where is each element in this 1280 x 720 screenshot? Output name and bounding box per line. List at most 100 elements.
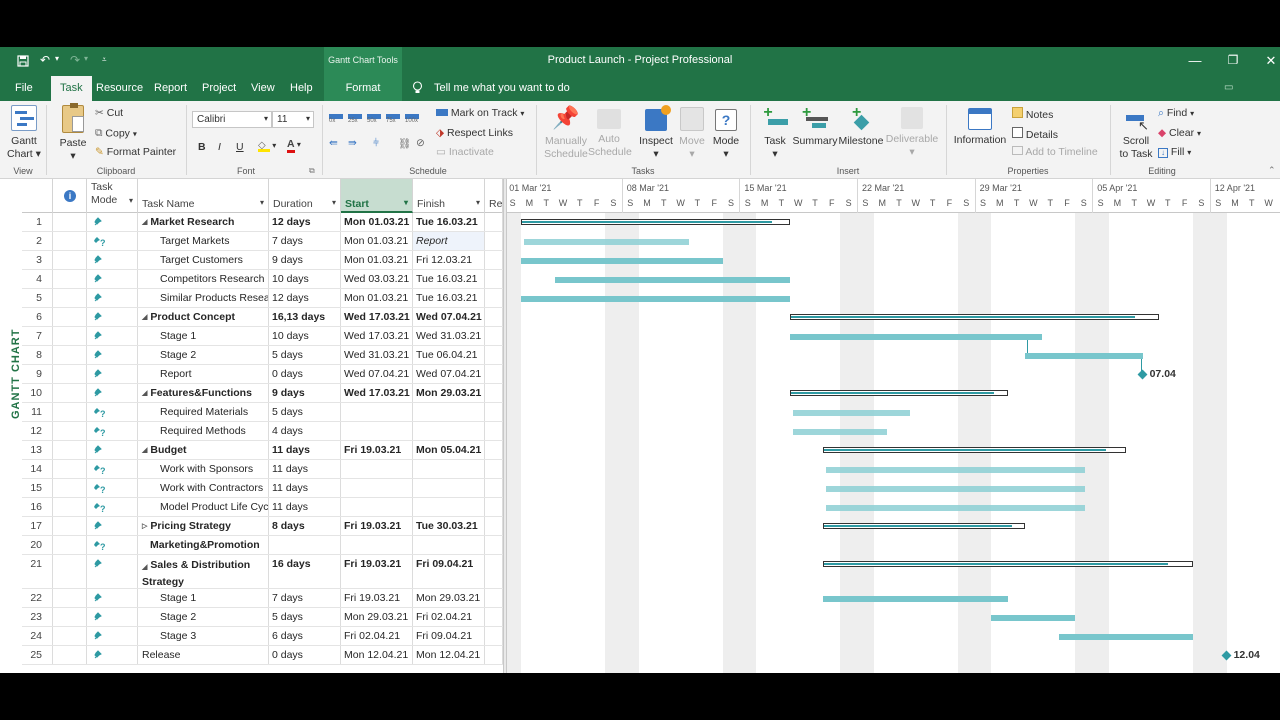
task-bar[interactable] <box>991 615 1076 621</box>
row-id[interactable]: 9 <box>22 365 53 383</box>
finish-cell[interactable]: Fri 09.04.21 <box>413 627 485 645</box>
row-id[interactable]: 5 <box>22 289 53 307</box>
information-button[interactable]: Information <box>952 105 1008 147</box>
resources-cell[interactable] <box>485 646 503 664</box>
start-cell[interactable] <box>341 498 413 516</box>
row-id[interactable]: 14 <box>22 460 53 478</box>
font-color-button[interactable]: A ▾ <box>287 138 301 153</box>
close-icon[interactable]: ✕ <box>1256 53 1280 69</box>
task-mode-cell[interactable] <box>87 384 138 402</box>
start-cell[interactable]: Wed 07.04.21 <box>341 365 413 383</box>
row-indicators[interactable] <box>53 403 87 421</box>
resources-cell[interactable] <box>485 479 503 497</box>
task-row[interactable]: 4 Competitors Research 10 days Wed 03.03.21… <box>22 270 503 289</box>
row-indicators[interactable] <box>53 384 87 402</box>
task-name-cell[interactable]: ◢ Sales & Distribution Strategy <box>138 555 269 588</box>
row-indicators[interactable] <box>53 460 87 478</box>
duration-cell[interactable]: 7 days <box>269 232 341 250</box>
duration-cell[interactable]: 8 days <box>269 517 341 535</box>
finish-cell[interactable] <box>413 422 485 440</box>
row-id[interactable]: 7 <box>22 327 53 345</box>
row-id[interactable]: 3 <box>22 251 53 269</box>
resources-cell[interactable] <box>485 422 503 440</box>
tab-resource[interactable]: Resource <box>96 82 143 94</box>
duration-cell[interactable]: 5 days <box>269 346 341 364</box>
task-mode-cell[interactable] <box>87 555 138 588</box>
collapse-icon[interactable]: ◢ <box>142 216 147 226</box>
task-bar-estimated[interactable] <box>524 239 689 245</box>
task-row[interactable]: 22 Stage 1 7 days Fri 19.03.21 Mon 29.03.21 <box>22 589 503 608</box>
finish-cell[interactable]: Wed 07.04.21 <box>413 308 485 326</box>
task-name-cell[interactable]: Release <box>138 646 269 664</box>
resources-cell[interactable] <box>485 270 503 288</box>
duration-cell[interactable]: 6 days <box>269 627 341 645</box>
finish-cell[interactable] <box>413 498 485 516</box>
finish-cell[interactable]: Mon 05.04.21 <box>413 441 485 459</box>
task-name-header[interactable]: Task Name ▾ <box>138 179 269 213</box>
start-cell[interactable]: Mon 01.03.21 <box>341 232 413 250</box>
duration-cell[interactable]: 9 days <box>269 251 341 269</box>
duration-cell[interactable]: 16 days <box>269 555 341 588</box>
row-id[interactable]: 10 <box>22 384 53 402</box>
row-id[interactable]: 13 <box>22 441 53 459</box>
minimize-icon[interactable]: — <box>1180 53 1210 68</box>
font-size-select[interactable]: 11 ▾ <box>272 111 314 128</box>
task-name-cell[interactable]: ◢ Features&Functions <box>138 384 269 402</box>
row-id[interactable]: 15 <box>22 479 53 497</box>
underline-button[interactable]: U <box>236 141 244 153</box>
task-mode-cell[interactable]: ? <box>87 422 138 440</box>
tell-me-box[interactable]: Tell me what you want to do <box>434 82 570 94</box>
start-cell[interactable]: Fri 19.03.21 <box>341 517 413 535</box>
resources-cell[interactable] <box>485 589 503 607</box>
finish-header[interactable]: Finish ▾ <box>413 179 485 213</box>
clear-button[interactable]: ◆ Clear ▾ <box>1158 127 1201 139</box>
duration-cell[interactable]: 11 days <box>269 498 341 516</box>
task-bar-estimated[interactable] <box>826 505 1086 511</box>
task-name-cell[interactable]: ▷ Pricing Strategy <box>138 517 269 535</box>
row-id[interactable]: 22 <box>22 589 53 607</box>
collapse-icon[interactable]: ◢ <box>142 387 147 397</box>
row-indicators[interactable] <box>53 627 87 645</box>
duration-header[interactable]: Duration ▾ <box>269 179 341 213</box>
tab-format[interactable]: Format <box>324 76 402 101</box>
finish-cell[interactable] <box>413 479 485 497</box>
task-name-cell[interactable]: Required Methods <box>138 422 269 440</box>
start-cell[interactable]: Wed 17.03.21 <box>341 384 413 402</box>
finish-cell[interactable]: Fri 12.03.21 <box>413 251 485 269</box>
ribbon-display-icon[interactable]: ▭ <box>1224 82 1233 93</box>
insert-milestone-button[interactable]: + Milestone <box>837 105 885 148</box>
task-mode-cell[interactable] <box>87 441 138 459</box>
task-row[interactable]: 10 ◢ Features&Functions 9 days Wed 17.03.21 M… <box>22 384 503 403</box>
resources-cell[interactable] <box>485 232 503 250</box>
start-cell[interactable]: Fri 19.03.21 <box>341 589 413 607</box>
duration-cell[interactable]: 11 days <box>269 479 341 497</box>
start-cell[interactable]: Wed 03.03.21 <box>341 270 413 288</box>
details-button[interactable]: Details <box>1012 127 1058 141</box>
resources-cell[interactable] <box>485 403 503 421</box>
row-indicators[interactable] <box>53 251 87 269</box>
duration-cell[interactable]: 4 days <box>269 422 341 440</box>
task-mode-cell[interactable] <box>87 517 138 535</box>
row-indicators[interactable] <box>53 498 87 516</box>
italic-button[interactable]: I <box>218 141 221 153</box>
finish-cell[interactable]: Fri 02.04.21 <box>413 608 485 626</box>
resources-cell[interactable] <box>485 308 503 326</box>
resources-cell[interactable] <box>485 251 503 269</box>
row-indicators[interactable] <box>53 589 87 607</box>
format-painter-button[interactable]: ✎ Format Painter <box>95 146 176 158</box>
task-bar-estimated[interactable] <box>826 467 1086 473</box>
row-id[interactable]: 6 <box>22 308 53 326</box>
task-row[interactable]: 14? Work with Sponsors 11 days <box>22 460 503 479</box>
insert-summary-button[interactable]: + Summary <box>792 105 838 148</box>
duration-cell[interactable]: 9 days <box>269 384 341 402</box>
task-name-cell[interactable]: Stage 3 <box>138 627 269 645</box>
link-tasks-icon[interactable]: ⛓ <box>398 137 411 150</box>
start-cell[interactable]: Mon 01.03.21 <box>341 213 413 231</box>
row-indicators[interactable] <box>53 479 87 497</box>
bold-button[interactable]: B <box>198 141 206 153</box>
task-row[interactable]: 9 Report 0 days Wed 07.04.21 Wed 07.04.21 <box>22 365 503 384</box>
start-cell[interactable] <box>341 479 413 497</box>
duration-cell[interactable]: 16,13 days <box>269 308 341 326</box>
scroll-to-task-button[interactable]: ↖ Scroll to Task <box>1116 105 1156 161</box>
start-cell[interactable]: Wed 31.03.21 <box>341 346 413 364</box>
